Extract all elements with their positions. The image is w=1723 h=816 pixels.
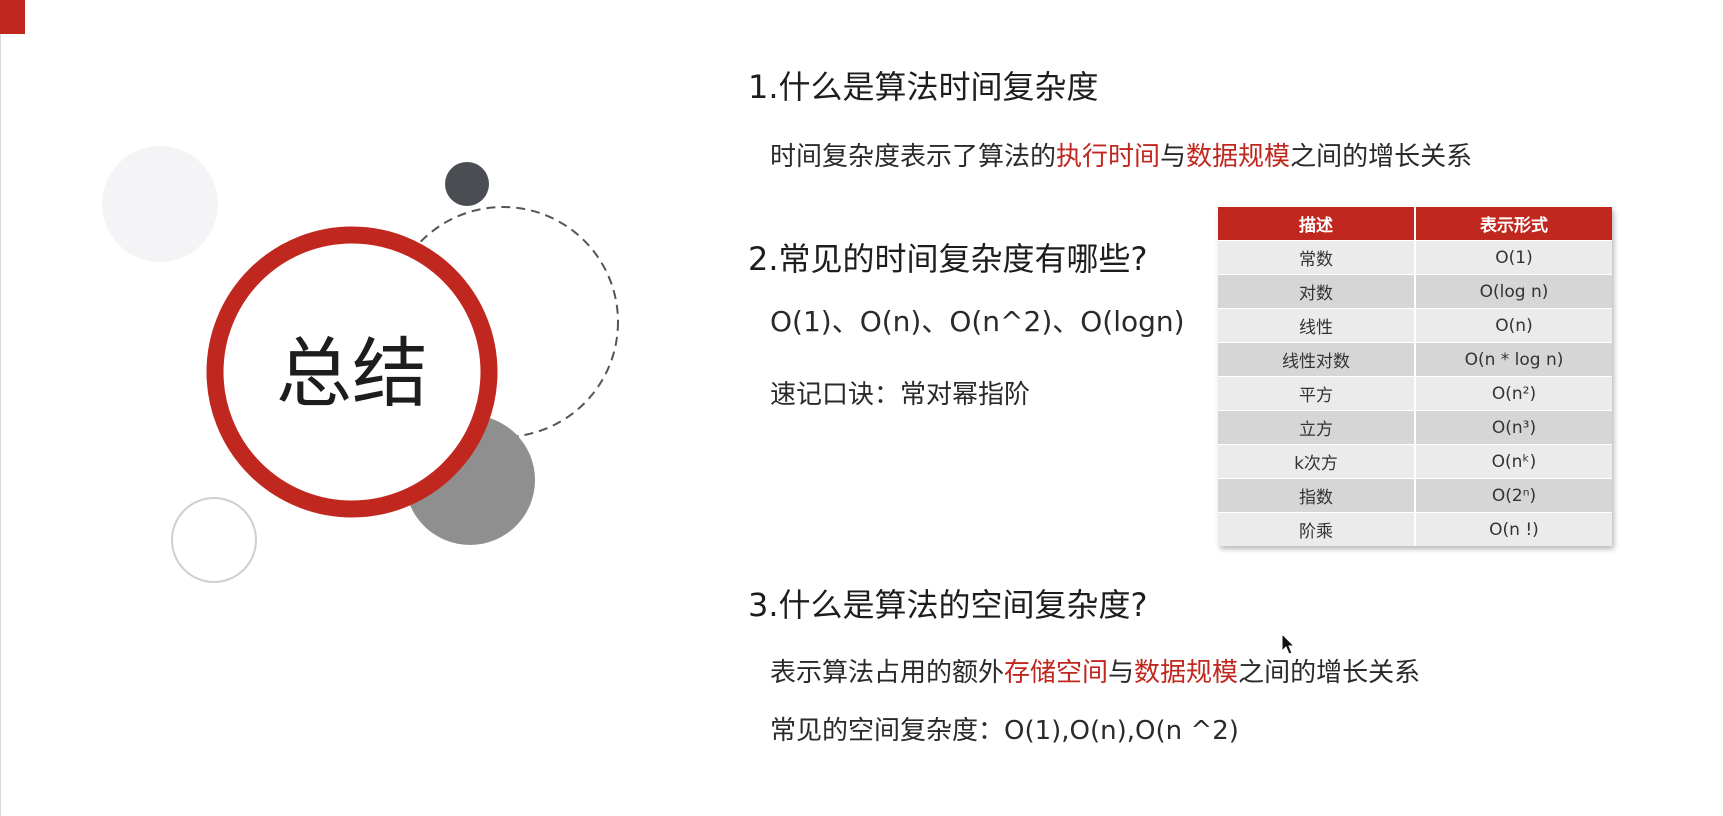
table-cell-desc: 线性 <box>1218 308 1416 343</box>
table-cell-notation: O(n !) <box>1415 512 1612 546</box>
table-row: 立方 O(n³) <box>1218 410 1612 445</box>
section3-common: 常见的空间复杂度：O(1),O(n),O(n ^2) <box>770 716 1239 746</box>
section1-heading: 1.什么是算法时间复杂度 <box>748 68 1099 106</box>
section3-desc-part: 表示算法占用的额外 <box>770 658 1005 688</box>
table-cell-notation: O(n³) <box>1415 410 1612 445</box>
table-row: k次方 O(nᵏ) <box>1218 444 1612 479</box>
table-cell-desc: 常数 <box>1218 240 1416 275</box>
table-cell-desc: k次方 <box>1218 444 1416 479</box>
section2-examples: O(1)、O(n)、O(n^2)、O(logn) <box>770 305 1185 338</box>
section3-description: 表示算法占用的额外存储空间与数据规模之间的增长关系 <box>770 652 1420 689</box>
table-row: 平方 O(n²) <box>1218 376 1612 411</box>
table-cell-desc: 立方 <box>1218 410 1416 445</box>
table-cell-desc: 线性对数 <box>1218 342 1416 377</box>
section3-desc-highlight: 存储空间 <box>1004 658 1109 688</box>
dark-small-circle <box>445 162 489 206</box>
section2-mnemonic: 速记口诀：常对幂指阶 <box>770 380 1031 410</box>
section3-heading: 3.什么是算法的空间复杂度? <box>748 586 1148 624</box>
section1-desc-part: 时间复杂度表示了算法的 <box>770 142 1057 172</box>
table-row: 指数 O(2ⁿ) <box>1218 478 1612 513</box>
outline-small-circle <box>171 497 257 583</box>
section2-heading: 2.常见的时间复杂度有哪些? <box>748 240 1148 278</box>
table-cell-desc: 平方 <box>1218 376 1416 411</box>
table-header-row: 描述 表示形式 <box>1218 207 1612 241</box>
table-row: 常数 O(1) <box>1218 240 1612 275</box>
table-cell-notation: O(nᵏ) <box>1415 444 1612 479</box>
mouse-cursor-icon <box>1281 633 1296 655</box>
section1-desc-part: 之间的增长关系 <box>1290 142 1473 172</box>
table-cell-desc: 对数 <box>1218 274 1416 309</box>
slide-title: 总结 <box>276 329 428 418</box>
table-cell-notation: O(n * log n) <box>1415 342 1612 377</box>
table-cell-notation: O(2ⁿ) <box>1415 478 1612 513</box>
section3-desc-highlight: 数据规模 <box>1134 658 1239 688</box>
table-cell-notation: O(log n) <box>1415 274 1612 309</box>
table-cell-notation: O(1) <box>1415 240 1612 275</box>
light-gray-circle <box>102 146 218 262</box>
table-row: 线性 O(n) <box>1218 308 1612 343</box>
section3-desc-part: 与 <box>1108 658 1135 688</box>
table-cell-desc: 指数 <box>1218 478 1416 513</box>
table-row: 阶乘 O(n !) <box>1218 512 1612 546</box>
table-cell-desc: 阶乘 <box>1218 512 1416 546</box>
table-row: 对数 O(log n) <box>1218 274 1612 309</box>
table-cell-notation: O(n²) <box>1415 376 1612 411</box>
table-header-cell: 描述 <box>1218 207 1416 241</box>
section1-description: 时间复杂度表示了算法的执行时间与数据规模之间的增长关系 <box>770 136 1472 173</box>
section1-desc-part: 与 <box>1160 142 1187 172</box>
complexity-table: 描述 表示形式 常数 O(1) 对数 O(log n) 线性 O(n) 线性对数 O(n… <box>1218 207 1612 546</box>
section1-desc-highlight: 执行时间 <box>1056 142 1161 172</box>
table-cell-notation: O(n) <box>1415 308 1612 343</box>
table-header-cell: 表示形式 <box>1415 207 1612 241</box>
table-row: 线性对数 O(n * log n) <box>1218 342 1612 377</box>
section1-desc-highlight: 数据规模 <box>1186 142 1291 172</box>
title-decoration: 总结 <box>102 146 619 583</box>
section3-desc-part: 之间的增长关系 <box>1238 658 1421 688</box>
